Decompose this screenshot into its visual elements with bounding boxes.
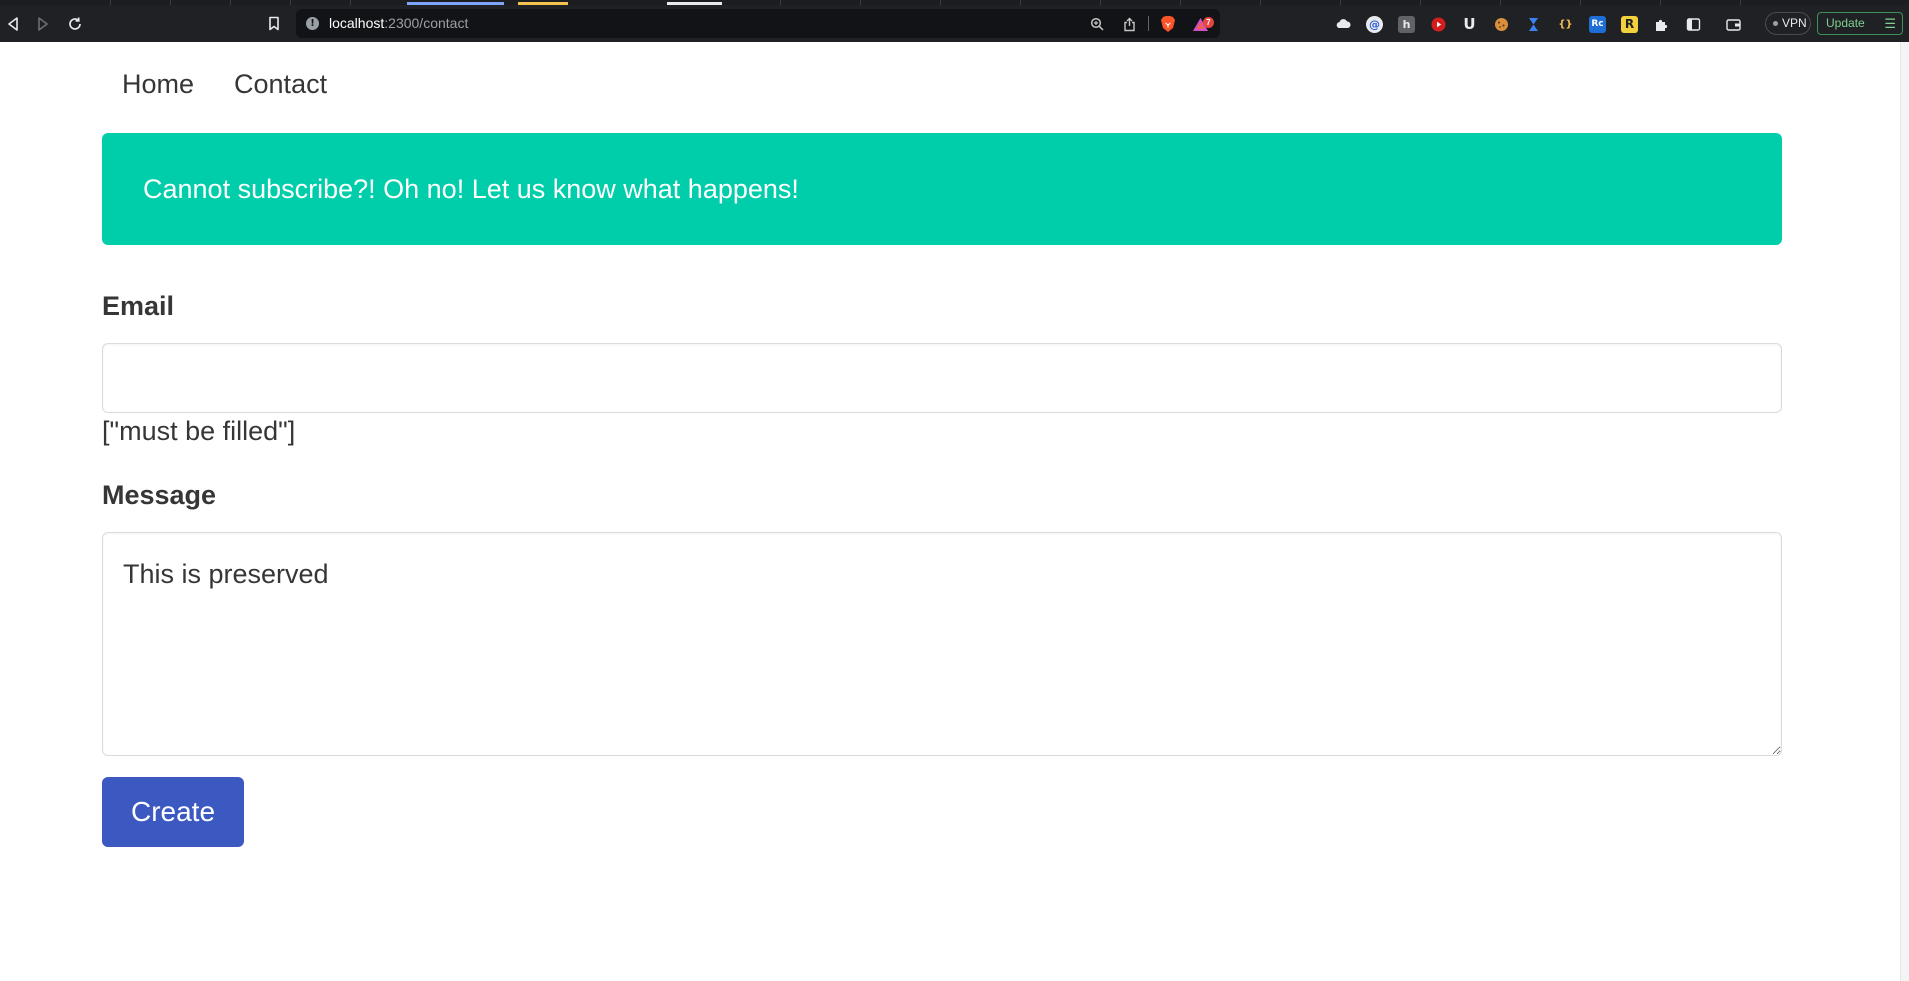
create-button[interactable]: Create bbox=[102, 777, 244, 847]
back-button[interactable] bbox=[0, 5, 26, 42]
page-scrollbar[interactable] bbox=[1900, 42, 1909, 981]
back-icon bbox=[8, 16, 18, 31]
vpn-button[interactable]: VPN bbox=[1765, 12, 1811, 35]
url-host: localhost bbox=[329, 15, 385, 31]
url-text[interactable]: localhost:2300/contact bbox=[329, 15, 468, 32]
update-button[interactable]: Update ☰ bbox=[1817, 12, 1903, 35]
braces-icon[interactable]: {} bbox=[1557, 16, 1574, 33]
email-error-text: ["must be filled"] bbox=[102, 416, 296, 446]
update-label: Update bbox=[1826, 16, 1865, 30]
hourglass-icon[interactable] bbox=[1525, 16, 1542, 33]
email-field[interactable] bbox=[102, 343, 1782, 413]
reload-button[interactable] bbox=[62, 5, 88, 42]
cookie-icon[interactable] bbox=[1493, 16, 1510, 33]
email-label: Email bbox=[102, 291, 175, 321]
zoom-button[interactable] bbox=[1087, 14, 1107, 34]
at-sign-icon[interactable]: @ bbox=[1366, 16, 1383, 33]
brave-shields-button[interactable] bbox=[1158, 14, 1178, 34]
cloud-icon[interactable] bbox=[1335, 16, 1352, 33]
address-bar[interactable]: ! localhost:2300/contact bbox=[296, 9, 1220, 38]
reload-icon bbox=[69, 17, 81, 30]
bookmark-button[interactable] bbox=[264, 5, 284, 42]
menu-icon: ☰ bbox=[1884, 16, 1896, 31]
rc-icon[interactable]: Rc bbox=[1589, 16, 1606, 33]
youtube-icon[interactable] bbox=[1430, 16, 1447, 33]
vpn-status-dot bbox=[1773, 21, 1778, 26]
r-icon[interactable]: R bbox=[1621, 16, 1638, 33]
zoom-icon bbox=[1090, 17, 1104, 31]
bookmark-icon bbox=[269, 16, 279, 31]
forward-button[interactable] bbox=[30, 5, 56, 42]
wallet-icon[interactable] bbox=[1725, 16, 1742, 33]
notification-banner: Cannot subscribe?! Oh no! Let us know wh… bbox=[102, 133, 1782, 245]
forward-icon bbox=[38, 16, 48, 31]
urlbar-divider bbox=[1148, 16, 1149, 31]
h-icon[interactable]: h bbox=[1398, 16, 1415, 33]
u-icon[interactable]: U bbox=[1461, 16, 1478, 33]
brave-lion-icon bbox=[1161, 16, 1175, 32]
nav-link-contact[interactable]: Contact bbox=[214, 64, 347, 104]
share-button[interactable] bbox=[1119, 14, 1139, 34]
message-label: Message bbox=[102, 480, 217, 510]
nav-link-home[interactable]: Home bbox=[102, 64, 214, 104]
main-nav: Home Contact bbox=[102, 64, 347, 104]
url-path: :2300/contact bbox=[384, 15, 469, 31]
puzzle-icon[interactable] bbox=[1653, 16, 1670, 33]
message-textarea[interactable]: This is preserved bbox=[102, 532, 1782, 756]
site-info-icon[interactable]: ! bbox=[306, 17, 319, 30]
browser-toolbar: ! localhost:2300/contact 7 @ h U {} Rc R bbox=[0, 5, 1909, 42]
vpn-label: VPN bbox=[1782, 16, 1807, 30]
rewards-badge: 7 bbox=[1203, 17, 1214, 28]
notification-text: Cannot subscribe?! Oh no! Let us know wh… bbox=[143, 174, 799, 204]
sidebar-icon[interactable] bbox=[1685, 16, 1702, 33]
share-icon bbox=[1123, 17, 1135, 31]
page-content: Home Contact Cannot subscribe?! Oh no! L… bbox=[0, 42, 1909, 981]
